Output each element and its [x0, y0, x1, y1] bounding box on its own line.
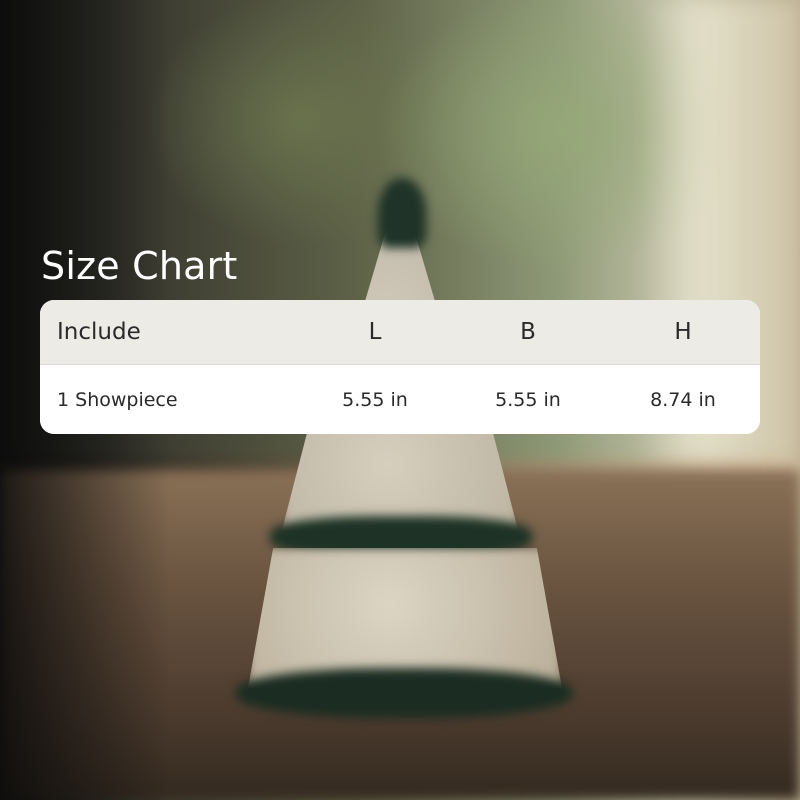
cell-height: 8.74 in — [650, 388, 716, 411]
header-height: H — [674, 319, 692, 345]
header-breadth: B — [520, 319, 536, 345]
cell-include: 1 Showpiece — [57, 388, 178, 411]
showpiece-bottom-tier — [248, 548, 562, 688]
size-chart-table: Include L B H 1 Showpiece 5.55 in 5.55 i… — [40, 300, 760, 434]
showpiece-middle-tier — [282, 420, 518, 530]
table-row: 1 Showpiece 5.55 in 5.55 in 8.74 in — [40, 365, 760, 434]
showpiece-tip — [378, 178, 426, 248]
table-header-row: Include L B H — [40, 300, 760, 365]
cell-breadth: 5.55 in — [495, 388, 561, 411]
showpiece-base-band — [236, 668, 572, 718]
header-length: L — [368, 319, 382, 345]
header-include: Include — [57, 319, 141, 345]
cell-length: 5.55 in — [342, 388, 408, 411]
size-chart-title: Size Chart — [41, 244, 238, 288]
